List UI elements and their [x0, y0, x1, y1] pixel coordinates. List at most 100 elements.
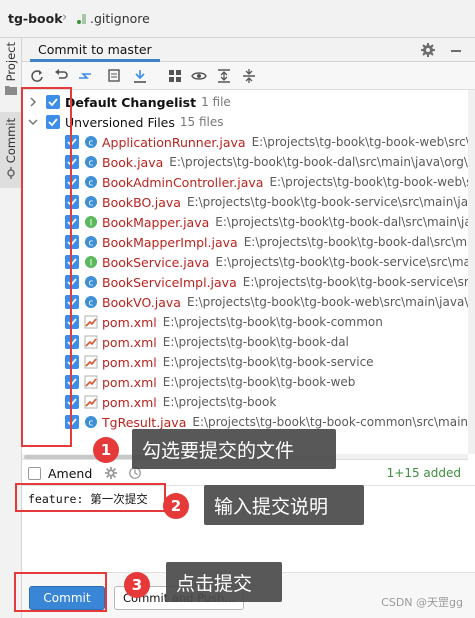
- file-path: E:\projects\tg-book\tg-book-web\src\main…: [251, 135, 468, 149]
- file-checkbox[interactable]: [65, 135, 79, 149]
- changelist-count: 1 file: [201, 95, 231, 109]
- collapse-all-icon[interactable]: [241, 68, 257, 84]
- file-row[interactable]: I BookMapper.java E:\projects\tg-book\tg-b…: [65, 212, 468, 232]
- file-path: E:\projects\tg-book: [162, 395, 277, 409]
- breadcrumb-file[interactable]: .gitignore: [76, 11, 150, 26]
- java-class-icon: c: [84, 295, 98, 309]
- side-tab-commit-label: Commit: [4, 118, 18, 164]
- side-tab-commit[interactable]: Commit: [0, 112, 22, 188]
- file-row[interactable]: pom.xml E:\projects\tg-book: [65, 392, 468, 412]
- commit-toolbar: [22, 62, 475, 90]
- watermark: CSDN @天罡gg: [381, 596, 463, 609]
- java-class-icon: c: [84, 415, 98, 429]
- file-row[interactable]: I BookService.java E:\projects\tg-book\tg-…: [65, 252, 468, 272]
- file-checkbox[interactable]: [65, 155, 79, 169]
- file-checkbox[interactable]: [65, 195, 79, 209]
- java-class-icon: c: [84, 155, 98, 169]
- maven-icon: [84, 395, 98, 409]
- changelist-row-unversioned[interactable]: Unversioned Files 15 files: [28, 112, 468, 132]
- java-interface-icon: I: [84, 255, 98, 269]
- changes-tree: Default Changelist 1 file Unversioned Fi…: [22, 90, 468, 454]
- shelve-icon[interactable]: [107, 68, 123, 84]
- file-checkbox[interactable]: [65, 295, 79, 309]
- file-path: E:\projects\tg-book\tg-book-dal: [162, 335, 349, 349]
- file-name: BookAdminController.java: [102, 174, 264, 190]
- file-path: E:\projects\tg-book\tg-book-dal\src\main…: [169, 155, 468, 169]
- file-checkbox[interactable]: [65, 395, 79, 409]
- added-count: 1+15 added: [386, 466, 461, 480]
- file-checkbox[interactable]: [65, 355, 79, 369]
- file-checkbox[interactable]: [65, 215, 79, 229]
- vertical-scrollbar[interactable]: [468, 90, 475, 454]
- update-icon[interactable]: [132, 68, 148, 84]
- breadcrumb-project[interactable]: tg-book: [8, 11, 63, 26]
- file-path: E:\projects\tg-book\tg-book-web\src\main…: [186, 295, 468, 309]
- changelist-count: 15 files: [179, 115, 224, 129]
- group-by-icon[interactable]: [167, 68, 183, 84]
- svg-text:c: c: [89, 179, 94, 189]
- file-row[interactable]: c BookServiceImpl.java E:\projects\tg-book…: [65, 272, 468, 292]
- file-checkbox[interactable]: [65, 275, 79, 289]
- file-path: E:\projects\tg-book\tg-book-service\src\…: [242, 275, 468, 289]
- annotation-callout-3: 点击提交: [166, 562, 282, 602]
- file-checkbox[interactable]: [65, 235, 79, 249]
- java-class-icon: c: [84, 195, 98, 209]
- file-checkbox[interactable]: [65, 375, 79, 389]
- file-row[interactable]: c BookMapperImpl.java E:\projects\tg-book\…: [65, 232, 468, 252]
- gear-icon[interactable]: [420, 42, 436, 58]
- file-checkbox[interactable]: [65, 175, 79, 189]
- file-row[interactable]: pom.xml E:\projects\tg-book\tg-book-dal: [65, 332, 468, 352]
- diff-icon[interactable]: [77, 68, 93, 84]
- file-path: E:\projects\tg-book\tg-book-common\src\m…: [192, 415, 468, 429]
- svg-text:c: c: [89, 419, 94, 429]
- file-row[interactable]: c BookVO.java E:\projects\tg-book\tg-book-…: [65, 292, 468, 312]
- java-interface-icon: I: [84, 215, 98, 229]
- file-name: Book.java: [102, 154, 164, 170]
- annotation-badge-2: 2: [163, 493, 189, 519]
- file-row[interactable]: c BookAdminController.java E:\projects\tg-…: [65, 172, 468, 192]
- commit-icon: [7, 167, 15, 180]
- file-path: E:\projects\tg-book\tg-book-service: [162, 355, 374, 369]
- file-checkbox[interactable]: [65, 335, 79, 349]
- file-name: pom.xml: [102, 314, 157, 330]
- view-options-icon[interactable]: [191, 68, 207, 84]
- amend-checkbox[interactable]: [28, 467, 41, 480]
- file-row[interactable]: c BookBO.java E:\projects\tg-book\tg-book-…: [65, 192, 468, 212]
- minimize-icon[interactable]: [448, 42, 464, 58]
- file-name: pom.xml: [102, 354, 157, 370]
- file-name: BookVO.java: [102, 294, 181, 310]
- refresh-icon[interactable]: [29, 68, 45, 84]
- file-row[interactable]: c Book.java E:\projects\tg-book\tg-book-da…: [65, 152, 468, 172]
- file-row[interactable]: pom.xml E:\projects\tg-book\tg-book-commo…: [65, 312, 468, 332]
- file-checkbox[interactable]: [65, 315, 79, 329]
- svg-text:I: I: [90, 259, 93, 269]
- commit-button[interactable]: Commit: [29, 586, 105, 610]
- commit-message-text[interactable]: feature: 第一次提交: [28, 491, 148, 507]
- file-checkbox[interactable]: [65, 415, 79, 429]
- gitignore-file-icon: [77, 13, 86, 24]
- svg-text:c: c: [89, 239, 94, 249]
- checkbox-default-changelist[interactable]: [46, 95, 60, 109]
- annotation-badge-3: 3: [124, 572, 150, 598]
- java-class-icon: c: [84, 135, 98, 149]
- file-name: BookBO.java: [102, 194, 181, 210]
- checkbox-unversioned-files[interactable]: [46, 115, 60, 129]
- chevron-right-icon[interactable]: [28, 97, 38, 107]
- rollback-icon[interactable]: [53, 68, 69, 84]
- side-tab-project[interactable]: Project: [0, 42, 22, 104]
- file-row[interactable]: c ApplicationRunner.java E:\projects\tg-bo…: [65, 132, 468, 152]
- side-tab-project-label: Project: [4, 42, 18, 82]
- chevron-down-icon[interactable]: [28, 117, 38, 127]
- expand-all-icon[interactable]: [216, 68, 232, 84]
- file-checkbox[interactable]: [65, 255, 79, 269]
- amend-label[interactable]: Amend: [48, 466, 92, 481]
- file-path: E:\projects\tg-book\tg-book-web\src\main…: [269, 175, 468, 189]
- changelist-row-default[interactable]: Default Changelist 1 file: [28, 92, 468, 112]
- file-row[interactable]: pom.xml E:\projects\tg-book\tg-book-servi…: [65, 352, 468, 372]
- tab-commit-to-master[interactable]: Commit to master: [30, 38, 160, 62]
- file-row[interactable]: pom.xml E:\projects\tg-book\tg-book-web: [65, 372, 468, 392]
- file-name: BookMapper.java: [102, 214, 210, 230]
- file-name: pom.xml: [102, 334, 157, 350]
- commit-options-gear-icon[interactable]: [104, 466, 118, 480]
- breadcrumb-separator: ›: [62, 10, 68, 25]
